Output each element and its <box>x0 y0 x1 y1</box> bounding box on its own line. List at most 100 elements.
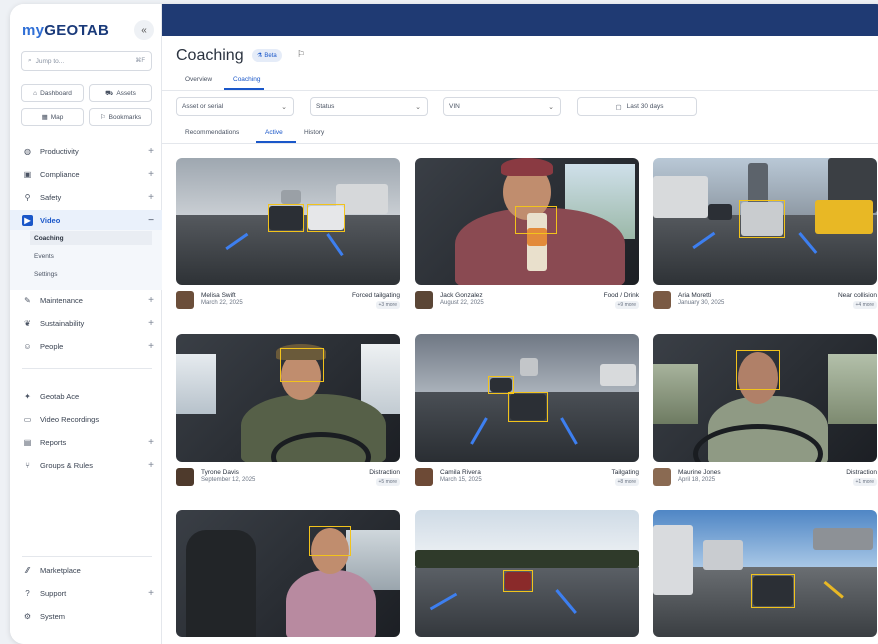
more-events-badge[interactable]: +5 more <box>375 478 400 486</box>
shortcut-hint: ⌘F <box>135 58 145 64</box>
beta-badge: ⚗ Beta <box>252 49 282 62</box>
sidebar-item-geotab-ace[interactable]: ✦ Geotab Ace <box>10 386 162 406</box>
expand-icon: + <box>148 459 154 471</box>
assets-button[interactable]: ⛟ Assets <box>89 84 152 102</box>
driver-name: Camila Rivera <box>440 469 481 476</box>
avatar <box>415 468 433 486</box>
chevron-down-icon: ⌄ <box>415 103 421 111</box>
maintenance-icon: ✎ <box>24 295 31 305</box>
sidebar-item-video-recordings[interactable]: ▭ Video Recordings <box>10 409 162 429</box>
event-date: September 12, 2025 <box>201 477 256 483</box>
more-events-badge[interactable]: +8 more <box>614 478 639 486</box>
sidebar-item-productivity[interactable]: ◍ Productivity + <box>10 141 162 161</box>
recordings-icon: ▭ <box>23 414 32 424</box>
sidebar-item-safety[interactable]: ⚲ Safety + <box>10 187 162 207</box>
assets-icon: ⛟ <box>105 89 114 97</box>
more-events-badge[interactable]: +9 more <box>614 301 639 309</box>
driver-name: Maurine Jones <box>678 469 721 476</box>
sidebar-item-system[interactable]: ⚙ System <box>10 606 162 626</box>
sidebar-item-groups-rules[interactable]: ⑂ Groups & Rules + <box>10 455 162 475</box>
event-type: Distraction <box>369 469 400 476</box>
flask-icon: ⚗ <box>257 53 263 59</box>
chevron-down-icon: ⌄ <box>548 103 554 111</box>
event-type: Food / Drink <box>603 292 639 299</box>
sidebar-item-sustainability[interactable]: ❦ Sustainability + <box>10 313 162 333</box>
subtab-active[interactable]: Active <box>265 129 283 136</box>
status-filter-select[interactable]: Status ⌄ <box>310 97 428 116</box>
productivity-icon: ◍ <box>24 146 31 156</box>
video-icon: ▶ <box>22 214 33 226</box>
driver-name: Tyrone Davis <box>201 469 239 476</box>
calendar-icon: ▢ <box>615 103 622 111</box>
bookmarks-button[interactable]: ⚐ Bookmarks <box>89 108 152 126</box>
logo[interactable]: myGEOTAB <box>22 22 109 39</box>
expand-icon: + <box>148 168 154 180</box>
event-thumbnail[interactable] <box>176 158 400 285</box>
sidebar-item-video[interactable]: ▶ Video − <box>10 210 162 230</box>
event-thumbnail[interactable] <box>415 334 639 462</box>
subtab-recommendations[interactable]: Recommendations <box>185 129 239 136</box>
expand-icon: + <box>148 340 154 352</box>
reports-icon: ▤ <box>23 437 32 447</box>
event-thumbnail[interactable] <box>653 158 877 285</box>
event-thumbnail[interactable] <box>653 334 877 462</box>
app-frame: myGEOTAB « ⌕ Jump to... ⌘F ⌂ Dashboard ⛟ A… <box>10 4 878 644</box>
subtab-history[interactable]: History <box>304 129 324 136</box>
event-date: August 22, 2025 <box>440 300 484 306</box>
coaching-card[interactable]: Aria Moretti January 30, 2025 Near colli… <box>653 158 877 311</box>
map-button[interactable]: ▦ Map <box>21 108 84 126</box>
sidebar-item-maintenance[interactable]: ✎ Maintenance + <box>10 290 162 310</box>
vin-filter-select[interactable]: VIN ⌄ <box>443 97 561 116</box>
more-events-badge[interactable]: +4 more <box>852 301 877 309</box>
avatar <box>176 468 194 486</box>
avatar <box>653 291 671 309</box>
support-icon: ? <box>25 588 30 598</box>
search-icon: ⌕ <box>28 57 32 64</box>
event-thumbnail[interactable] <box>653 510 877 637</box>
expand-icon: + <box>148 587 154 599</box>
tab-coaching[interactable]: Coaching <box>233 76 260 83</box>
sidebar-item-marketplace[interactable]: ⁄⁄ Marketplace <box>10 560 162 580</box>
avatar <box>415 291 433 309</box>
sidebar-item-support[interactable]: ? Support + <box>10 583 162 603</box>
date-range-button[interactable]: ▢ Last 30 days <box>577 97 697 116</box>
sustainability-icon: ❦ <box>24 318 31 328</box>
more-events-badge[interactable]: +1 more <box>852 478 877 486</box>
driver-name: Melisa Swift <box>201 292 236 299</box>
safety-icon: ⚲ <box>24 192 31 202</box>
more-events-badge[interactable]: +3 more <box>375 301 400 309</box>
expand-icon: + <box>148 294 154 306</box>
jump-to-input[interactable]: ⌕ Jump to... ⌘F <box>21 51 152 71</box>
sidebar-subitem-coaching[interactable]: Coaching <box>30 231 152 245</box>
collapse-sidebar-button[interactable]: « <box>134 20 154 40</box>
sidebar-item-reports[interactable]: ▤ Reports + <box>10 432 162 452</box>
sidebar-item-people[interactable]: ☺ People + <box>10 336 162 356</box>
asset-filter-select[interactable]: Asset or serial ⌄ <box>176 97 294 116</box>
event-date: April 18, 2025 <box>678 477 716 483</box>
event-thumbnail[interactable] <box>415 158 639 285</box>
coaching-card[interactable] <box>176 510 400 637</box>
sidebar-item-compliance[interactable]: ▣ Compliance + <box>10 164 162 184</box>
expand-icon: + <box>148 317 154 329</box>
coaching-card[interactable]: Jack Gonzalez August 22, 2025 Food / Dri… <box>415 158 639 311</box>
sidebar-subitem-events[interactable]: Events <box>30 249 152 263</box>
marketplace-icon: ⁄⁄ <box>26 565 29 575</box>
bookmark-icon[interactable]: ⚐ <box>297 49 305 60</box>
event-thumbnail[interactable] <box>415 510 639 637</box>
coaching-card[interactable]: Maurine Jones April 18, 2025 Distraction… <box>653 334 877 488</box>
dashboard-button[interactable]: ⌂ Dashboard <box>21 84 84 102</box>
coaching-card[interactable] <box>653 510 877 637</box>
sidebar-subitem-settings[interactable]: Settings <box>30 267 152 281</box>
tab-overview[interactable]: Overview <box>185 76 212 83</box>
event-thumbnail[interactable] <box>176 510 400 637</box>
coaching-card[interactable]: Melisa Swift March 22, 2025 Forced tailg… <box>176 158 400 311</box>
coaching-card[interactable]: Tyrone Davis September 12, 2025 Distract… <box>176 334 400 488</box>
compliance-icon: ▣ <box>23 169 32 179</box>
event-thumbnail[interactable] <box>176 334 400 462</box>
event-date: March 22, 2025 <box>201 300 243 306</box>
coaching-card[interactable]: Camila Rivera March 15, 2025 Tailgating … <box>415 334 639 488</box>
coaching-card[interactable] <box>415 510 639 637</box>
map-icon: ▦ <box>41 114 48 121</box>
divider <box>22 556 152 557</box>
event-date: January 30, 2025 <box>678 300 725 306</box>
